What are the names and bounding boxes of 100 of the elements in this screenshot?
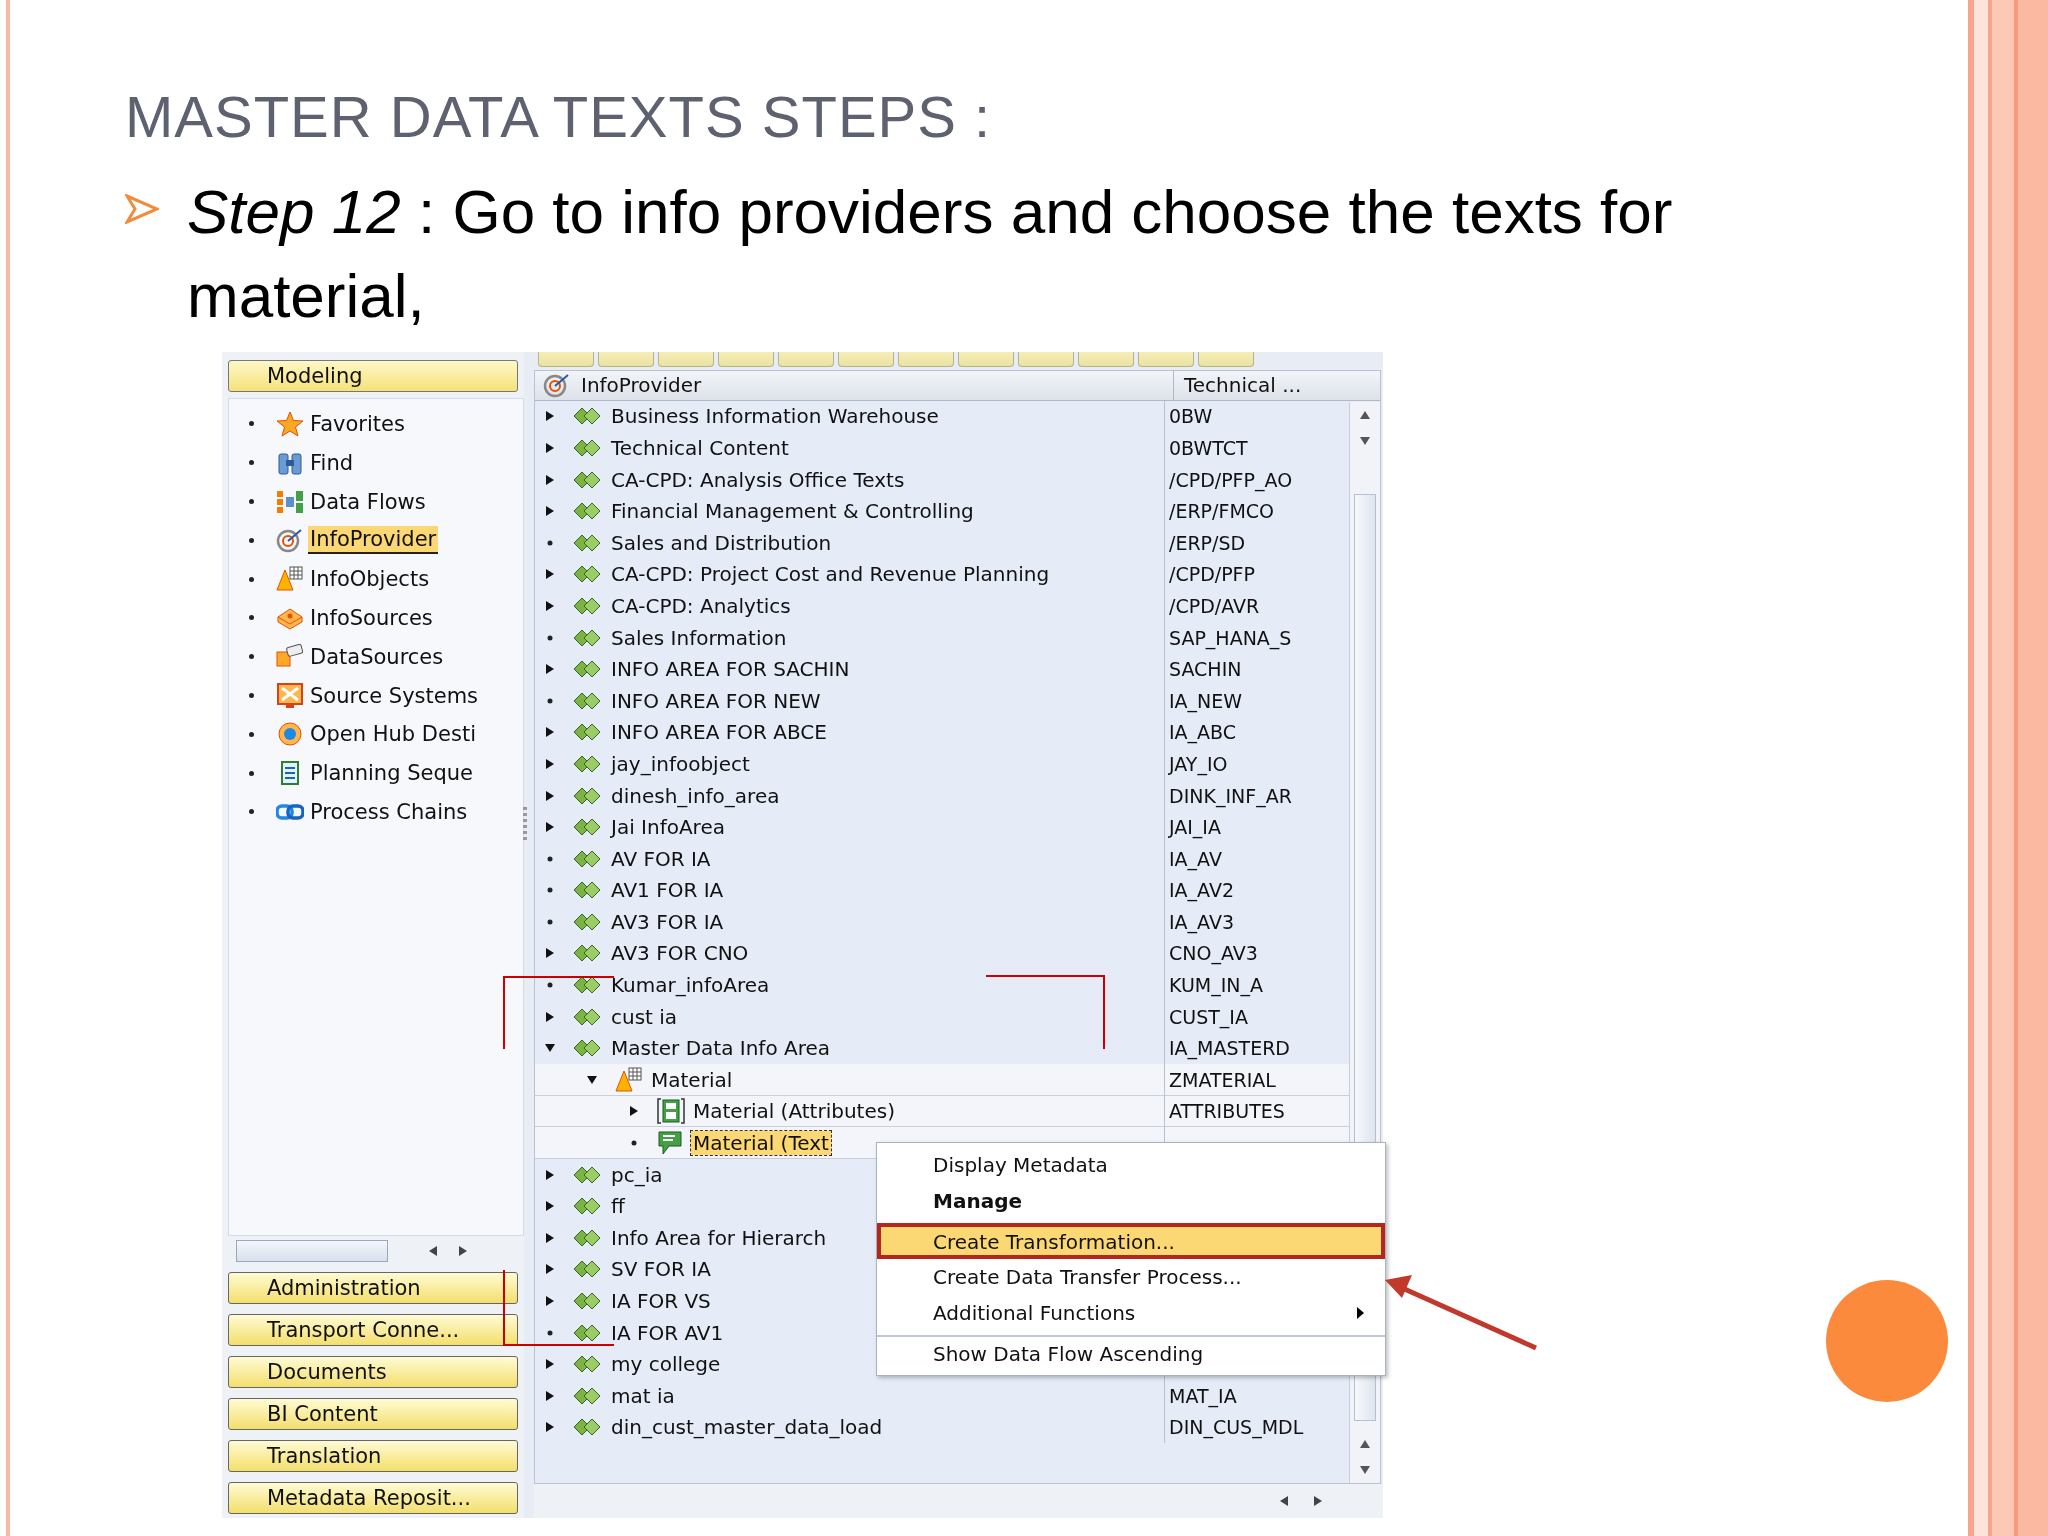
technical-name: /CPD/AVR bbox=[1169, 594, 1260, 617]
resize-grip[interactable] bbox=[523, 806, 527, 843]
area-icon bbox=[573, 848, 603, 869]
menu-item[interactable]: Show Data Flow Ascending bbox=[877, 1334, 1385, 1371]
tree-item[interactable]: din_cust_master_data_load bbox=[609, 1415, 885, 1440]
section-button[interactable]: Metadata Reposit... bbox=[228, 1481, 518, 1514]
technical-name: IA_AV3 bbox=[1169, 910, 1234, 933]
menu-item[interactable]: Create Transformation... bbox=[877, 1222, 1385, 1259]
tree-item[interactable]: dinesh_info_area bbox=[609, 783, 782, 808]
menu-item[interactable]: Additional Functions bbox=[877, 1294, 1385, 1331]
collapse-arrow-icon[interactable] bbox=[543, 1043, 557, 1054]
area-icon bbox=[573, 406, 603, 427]
tree-item[interactable]: AV FOR IA bbox=[609, 846, 713, 871]
section-button[interactable]: Translation bbox=[228, 1439, 518, 1472]
section-button[interactable]: BI Content bbox=[228, 1397, 518, 1430]
tree-item[interactable]: SV FOR IA bbox=[609, 1257, 713, 1282]
nav-item[interactable]: Data Flows bbox=[308, 488, 428, 515]
section-button[interactable]: Administration bbox=[228, 1271, 518, 1304]
tree-item[interactable]: Business Information Warehouse bbox=[609, 404, 941, 429]
nav-item[interactable]: Source Systems bbox=[308, 682, 481, 709]
nav-item[interactable]: Favorites bbox=[308, 411, 407, 437]
technical-name: IA_ABC bbox=[1169, 721, 1237, 744]
nav-item[interactable]: InfoObjects bbox=[308, 566, 432, 593]
technical-name: JAY_IO bbox=[1169, 752, 1228, 775]
nav-item[interactable]: InfoProvider bbox=[308, 526, 439, 555]
area-icon bbox=[573, 1196, 603, 1217]
bullet-dot bbox=[249, 537, 254, 543]
technical-name: /CPD/PFP bbox=[1169, 563, 1255, 586]
technical-name: 0BW bbox=[1169, 405, 1213, 428]
menu-item[interactable]: Create Data Transfer Process... bbox=[877, 1258, 1385, 1295]
column-header[interactable]: Technical ... bbox=[1174, 370, 1346, 400]
bullet-arrow-icon bbox=[125, 193, 159, 224]
menu-item[interactable]: Display Metadata bbox=[877, 1146, 1385, 1183]
tree-item[interactable]: IA FOR AV1 bbox=[609, 1320, 726, 1345]
triangle-grid-icon bbox=[276, 566, 304, 593]
technical-name: CUST_IA bbox=[1169, 1005, 1248, 1028]
tree-item[interactable]: Material (Attributes) bbox=[691, 1099, 897, 1124]
technical-name: SAP_HANA_S bbox=[1169, 626, 1292, 649]
tree-item[interactable]: Info Area for Hierarch bbox=[609, 1225, 829, 1250]
area-icon bbox=[573, 880, 603, 901]
tree-item[interactable]: Technical Content bbox=[609, 436, 791, 460]
scroll-left-icon[interactable] bbox=[428, 1244, 438, 1257]
area-icon bbox=[573, 690, 603, 711]
submenu-arrow-icon bbox=[1356, 1305, 1365, 1320]
area-icon bbox=[573, 1385, 603, 1406]
tree-item[interactable]: IA FOR VS bbox=[609, 1289, 713, 1313]
technical-name: /CPD/PFP_AO bbox=[1169, 468, 1293, 491]
tree-item[interactable]: jay_infoobject bbox=[609, 751, 752, 776]
target-icon bbox=[276, 527, 304, 554]
tree-item[interactable]: Material bbox=[649, 1067, 735, 1092]
nav-item[interactable]: DataSources bbox=[308, 643, 446, 670]
section-button[interactable]: Transport Conne... bbox=[228, 1313, 518, 1346]
nav-item[interactable]: InfoSources bbox=[308, 604, 435, 631]
tree-item[interactable]: CA-CPD: Analytics bbox=[609, 593, 793, 618]
tree-item[interactable]: Sales and Distribution bbox=[609, 530, 834, 555]
bullet-dot bbox=[249, 576, 254, 582]
column-header[interactable]: InfoProvider bbox=[535, 370, 1174, 400]
section-button[interactable]: Documents bbox=[228, 1355, 518, 1388]
modeling-button[interactable]: Modeling bbox=[228, 359, 518, 392]
nav-item[interactable]: Process Chains bbox=[308, 798, 470, 825]
area-icon bbox=[573, 817, 603, 838]
tree-item[interactable]: Material (Text bbox=[691, 1131, 831, 1156]
blocks-icon bbox=[276, 488, 304, 515]
area-icon bbox=[573, 722, 603, 743]
nav-item[interactable]: Planning Seque bbox=[308, 760, 475, 787]
tree-item[interactable]: Kumar_infoArea bbox=[609, 973, 772, 998]
scroll-right-icon[interactable] bbox=[1313, 1494, 1323, 1507]
technical-name: KUM_IN_A bbox=[1169, 974, 1264, 997]
area-icon bbox=[573, 1417, 603, 1438]
bullet-dot bbox=[249, 499, 254, 505]
tree-item[interactable]: INFO AREA FOR NEW bbox=[609, 688, 823, 713]
horizontal-scrollbar[interactable] bbox=[534, 1483, 1383, 1518]
scroll-right-icon[interactable] bbox=[458, 1244, 468, 1257]
collapse-arrow-icon[interactable] bbox=[585, 1074, 599, 1085]
technical-name: IA_AV bbox=[1169, 847, 1222, 870]
tree-item[interactable]: CA-CPD: Project Cost and Revenue Planning bbox=[609, 562, 1052, 587]
tree-item[interactable]: mat ia bbox=[609, 1383, 677, 1408]
tree-item[interactable]: pc_ia bbox=[609, 1162, 665, 1187]
tree-item[interactable]: AV3 FOR CNO bbox=[609, 941, 751, 966]
tree-item[interactable]: INFO AREA FOR ABCE bbox=[609, 720, 829, 745]
tree-item[interactable]: INFO AREA FOR SACHIN bbox=[609, 657, 852, 682]
bullet-dot bbox=[249, 654, 254, 660]
area-icon bbox=[573, 1354, 603, 1375]
tree-item[interactable]: CA-CPD: Analysis Office Texts bbox=[609, 467, 907, 492]
tree-item[interactable]: Master Data Info Area bbox=[609, 1036, 832, 1061]
tree-item[interactable]: AV1 FOR IA bbox=[609, 878, 726, 903]
bullet-dot bbox=[249, 460, 254, 466]
menu-item[interactable]: Manage bbox=[877, 1182, 1385, 1219]
tree-item[interactable]: AV3 FOR IA bbox=[609, 909, 726, 934]
area-icon bbox=[573, 753, 603, 774]
tree-item[interactable]: Financial Management & Controlling bbox=[609, 499, 976, 524]
tree-item[interactable]: my college bbox=[609, 1352, 723, 1377]
tree-item[interactable]: Jai InfoArea bbox=[609, 815, 727, 840]
scroll-left-icon[interactable] bbox=[1279, 1494, 1289, 1507]
nav-item[interactable]: Find bbox=[308, 449, 356, 476]
nav-item[interactable]: Open Hub Desti bbox=[308, 721, 478, 748]
bullet-dot bbox=[249, 421, 254, 427]
tree-item[interactable]: ff bbox=[609, 1194, 627, 1219]
tree-item[interactable]: cust ia bbox=[609, 1004, 680, 1029]
tree-item[interactable]: Sales Information bbox=[609, 625, 789, 650]
